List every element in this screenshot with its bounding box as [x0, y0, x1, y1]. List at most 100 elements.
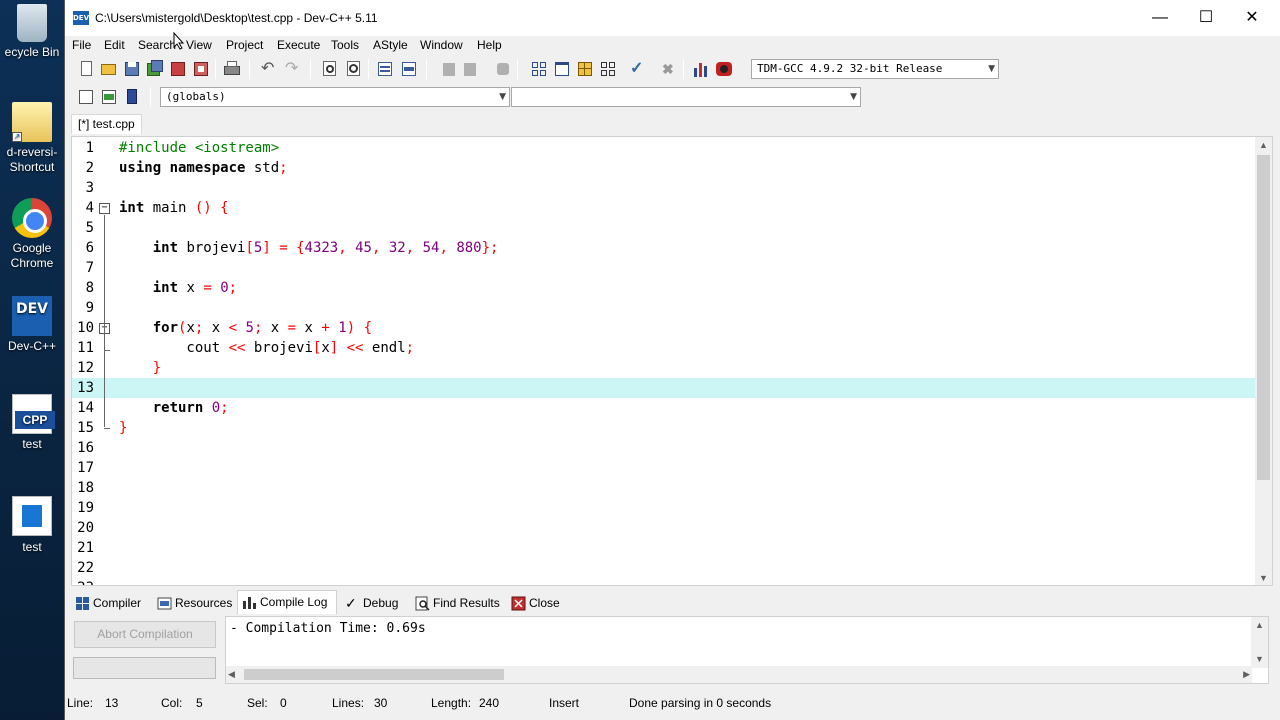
tab-label: Compiler [93, 596, 142, 610]
window-icon[interactable] [553, 60, 571, 78]
tab-debug[interactable]: ✓ Debug [341, 592, 398, 614]
tile-icon[interactable] [530, 60, 548, 78]
scroll-left-icon[interactable]: ◀ [228, 666, 235, 683]
code-line: 4− int main () { [72, 198, 1255, 218]
undo-icon[interactable]: ↶ [261, 60, 279, 78]
tab-resources[interactable]: Resources [153, 592, 232, 614]
menu-project[interactable]: Project [226, 38, 263, 52]
menu-help[interactable]: Help [477, 38, 502, 52]
cpp-badge: CPP [15, 411, 55, 429]
check-icon[interactable]: ✓ [630, 60, 648, 78]
prev-page-icon[interactable] [439, 60, 457, 78]
menu-file[interactable]: File [72, 38, 91, 52]
minimize-button[interactable]: — [1137, 0, 1183, 36]
tab-close[interactable]: Close [507, 592, 560, 614]
scrollbar-thumb[interactable] [244, 669, 504, 680]
close-file-icon[interactable] [169, 60, 187, 78]
app-icon[interactable]: DEV [73, 11, 89, 25]
status-insert-mode: Insert [549, 696, 580, 710]
desktop-icon-label: test [22, 437, 42, 451]
status-length-label: Length: [431, 696, 472, 710]
member-select[interactable]: ▼ [511, 87, 861, 107]
delete-icon[interactable]: ✖ [662, 60, 680, 78]
chart-icon[interactable] [692, 60, 710, 78]
abort-compilation-button[interactable]: Abort Compilation [74, 621, 216, 648]
desktop-icon-reversi-shortcut[interactable]: ↗ d-reversi- Shortcut [0, 102, 64, 175]
find-icon[interactable] [321, 60, 339, 78]
scroll-down-icon[interactable]: ▼ [1251, 651, 1268, 668]
tab-test-cpp[interactable]: [*] test.cpp [71, 114, 142, 134]
code-line: 2 using namespace std; [72, 158, 1255, 178]
open-file-icon[interactable] [100, 60, 118, 78]
menu-execute[interactable]: Execute [277, 38, 320, 52]
line-number: 3 [85, 180, 94, 196]
code-line: 14 return 0; [72, 398, 1255, 418]
close-button[interactable]: ✕ [1229, 0, 1275, 36]
compiler-select[interactable]: TDM-GCC 4.9.2 32-bit Release ▼ [751, 59, 999, 79]
status-sel-label: Sel: [247, 696, 268, 710]
menu-tools[interactable]: Tools [331, 38, 359, 52]
menu-astyle[interactable]: AStyle [373, 38, 408, 52]
class-toolbar: (globals) ▼ ▼ [65, 84, 1280, 110]
desktop-icon-chrome[interactable]: Google Chrome [0, 198, 64, 271]
new-file-icon[interactable] [78, 60, 96, 78]
save-icon[interactable] [123, 60, 141, 78]
editor-vertical-scrollbar[interactable]: ▲ ▼ [1255, 137, 1272, 585]
scroll-down-icon[interactable]: ▼ [1255, 570, 1272, 585]
grid-icon[interactable] [576, 60, 594, 78]
insert-icon[interactable] [77, 88, 95, 106]
desktop-icon-test-exe[interactable]: test [0, 496, 64, 555]
log-vertical-scrollbar[interactable]: ▲ ▼ [1251, 617, 1268, 668]
tab-find-results[interactable]: Find Results [411, 592, 500, 614]
code-line: 20 [72, 518, 1255, 538]
status-line-label: Line: [67, 696, 94, 710]
menu-edit[interactable]: Edit [104, 38, 125, 52]
redo-icon[interactable]: ↷ [285, 60, 303, 78]
chevron-down-icon: ▼ [988, 64, 995, 74]
scroll-up-icon[interactable]: ▲ [1255, 137, 1272, 154]
line-number: 17 [77, 460, 94, 476]
profile-icon[interactable] [715, 60, 733, 78]
compile-log-output[interactable]: - Compilation Time: 0.69s ▲ ▼ ◀ ▶ [225, 616, 1269, 684]
scroll-right-icon[interactable]: ▶ [1243, 666, 1250, 683]
desktop-icon-label: Google Chrome [10, 241, 54, 270]
title-bar[interactable]: DEV C:\Users\mistergold\Desktop\test.cpp… [65, 0, 1280, 36]
bottom-panel-tabs: Compiler Resources Compile Log ✓ Debug F… [65, 590, 1280, 614]
replace-icon[interactable] [345, 60, 363, 78]
code-line: 11 cout << brojevi[x] << endl; [72, 338, 1255, 358]
goto-declaration-icon[interactable] [100, 88, 118, 106]
new-class-icon[interactable] [494, 60, 512, 78]
next-page-icon[interactable] [462, 60, 480, 78]
desktop-icon-devcpp[interactable]: DEV Dev-C++ [0, 296, 64, 354]
goto-definition-icon[interactable] [123, 88, 141, 106]
desktop-icon-test-cpp[interactable]: CPP test [0, 394, 64, 452]
code-line: 12 } [72, 358, 1255, 378]
tab-compile-log[interactable]: Compile Log [237, 590, 337, 614]
menu-window[interactable]: Window [420, 38, 463, 52]
print-icon[interactable] [223, 60, 241, 78]
tab-label: Find Results [433, 596, 500, 610]
scrollbar-thumb[interactable] [1257, 155, 1270, 480]
menu-search[interactable]: Search [138, 38, 176, 52]
code-text: for(x; x < 5; x = x + 1) { [152, 320, 373, 336]
save-all-icon[interactable] [146, 60, 164, 78]
desktop-icon-recycle-bin[interactable]: ecycle Bin [0, 4, 64, 60]
tab-compiler[interactable]: Compiler [71, 592, 141, 614]
close-all-icon[interactable] [192, 60, 210, 78]
code-editor[interactable]: 1 #include <iostream> 2 using namespace st… [71, 136, 1273, 586]
line-number: 5 [85, 220, 94, 236]
scope-select[interactable]: (globals) ▼ [160, 87, 510, 107]
cascade-icon[interactable] [599, 60, 617, 78]
tab-label: Resources [175, 596, 233, 610]
desktop-icon-label: Dev-C++ [7, 339, 57, 353]
fold-collapse-icon[interactable]: − [99, 203, 110, 214]
menu-view[interactable]: View [186, 38, 212, 52]
maximize-button[interactable]: ☐ [1183, 0, 1229, 36]
log-horizontal-scrollbar[interactable]: ◀ ▶ [226, 666, 1252, 683]
main-toolbar: ↶ ↷ ✓ ✖ TDM-GCC 4.9.2 32-bit Release ▼ [65, 56, 1280, 82]
goto-line-icon[interactable] [400, 60, 418, 78]
status-length-value: 240 [479, 696, 500, 710]
toggle-bookmark-icon[interactable] [376, 60, 394, 78]
line-number: 13 [77, 380, 94, 396]
scroll-up-icon[interactable]: ▲ [1251, 617, 1268, 634]
